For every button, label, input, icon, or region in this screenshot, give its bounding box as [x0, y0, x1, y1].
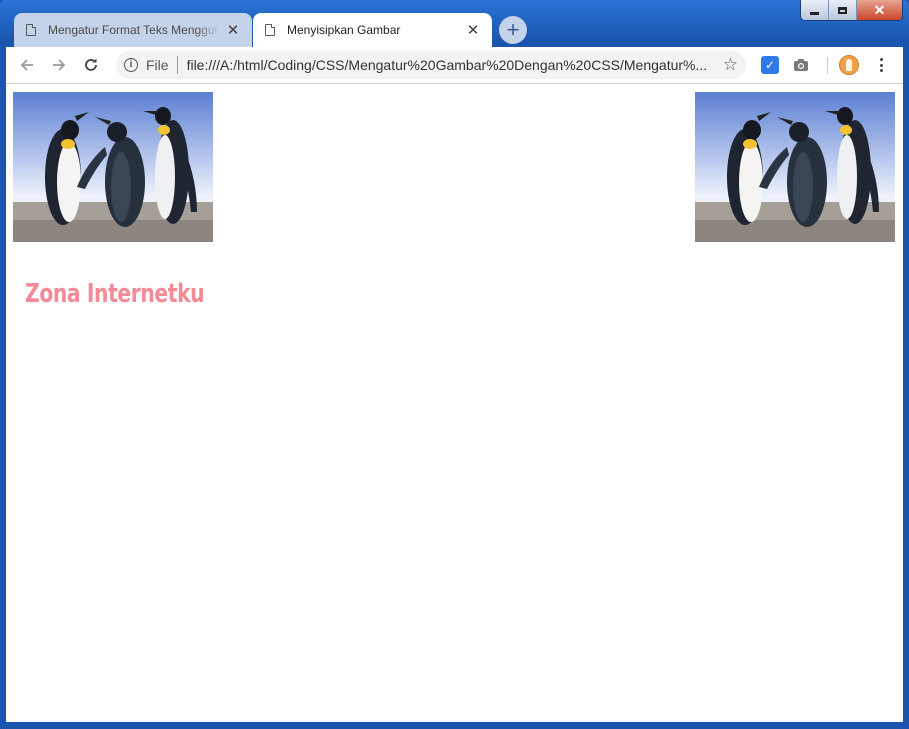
browser-toolbar: i File file:///A:/html/Coding/CSS/Mengat…: [6, 47, 903, 84]
tab-mengatur-format-teks[interactable]: Mengatur Format Teks Menggunakan CSS ✕: [14, 13, 252, 47]
scheme-label: File: [146, 57, 169, 73]
toolbar-divider: [827, 57, 828, 74]
tab-menyisipkan-gambar[interactable]: Menyisipkan Gambar ✕: [253, 13, 492, 47]
tab-title: Mengatur Format Teks Menggunakan CSS: [48, 23, 220, 37]
reload-button[interactable]: [79, 53, 103, 77]
maximize-button[interactable]: [828, 0, 856, 20]
page-heading: Zona Internetku: [25, 279, 205, 309]
penguins-image-left: [13, 92, 213, 242]
forward-button[interactable]: [47, 53, 71, 77]
page-viewport: Zona Internetku: [6, 84, 903, 722]
omnibox-separator: [176, 56, 178, 74]
tab-title: Menyisipkan Gambar: [287, 23, 401, 37]
window-caption-buttons: ✕: [800, 0, 903, 21]
back-button[interactable]: [15, 53, 39, 77]
tab-close-icon[interactable]: ✕: [226, 21, 240, 39]
star-icon[interactable]: ☆: [723, 55, 738, 75]
penguins-image-right: [695, 92, 895, 242]
camera-icon[interactable]: [792, 56, 810, 74]
minimize-button[interactable]: [801, 0, 828, 20]
page-icon: [26, 24, 36, 36]
url-text[interactable]: file:///A:/html/Coding/CSS/Mengatur%20Ga…: [187, 57, 717, 73]
close-icon: ✕: [873, 1, 886, 18]
arrow-right-icon: [53, 59, 66, 71]
browser-window: ✕ Mengatur Format Teks Menggunakan CSS ✕…: [0, 0, 909, 729]
minimize-icon: [810, 11, 819, 15]
maximize-icon: [838, 6, 847, 14]
arrow-left-icon: [20, 59, 33, 71]
tab-close-icon[interactable]: ✕: [466, 21, 480, 39]
new-tab-button[interactable]: +: [499, 16, 527, 44]
plus-icon: +: [506, 17, 520, 42]
kebab-menu-icon[interactable]: [873, 55, 889, 75]
close-window-button[interactable]: ✕: [856, 0, 902, 20]
page-icon: [265, 24, 275, 36]
address-bar[interactable]: i File file:///A:/html/Coding/CSS/Mengat…: [116, 51, 746, 79]
checkbox-extension-icon[interactable]: ✓: [761, 56, 779, 74]
info-icon[interactable]: i: [124, 58, 138, 72]
reload-icon: [85, 58, 97, 71]
profile-avatar-icon[interactable]: [839, 55, 859, 75]
